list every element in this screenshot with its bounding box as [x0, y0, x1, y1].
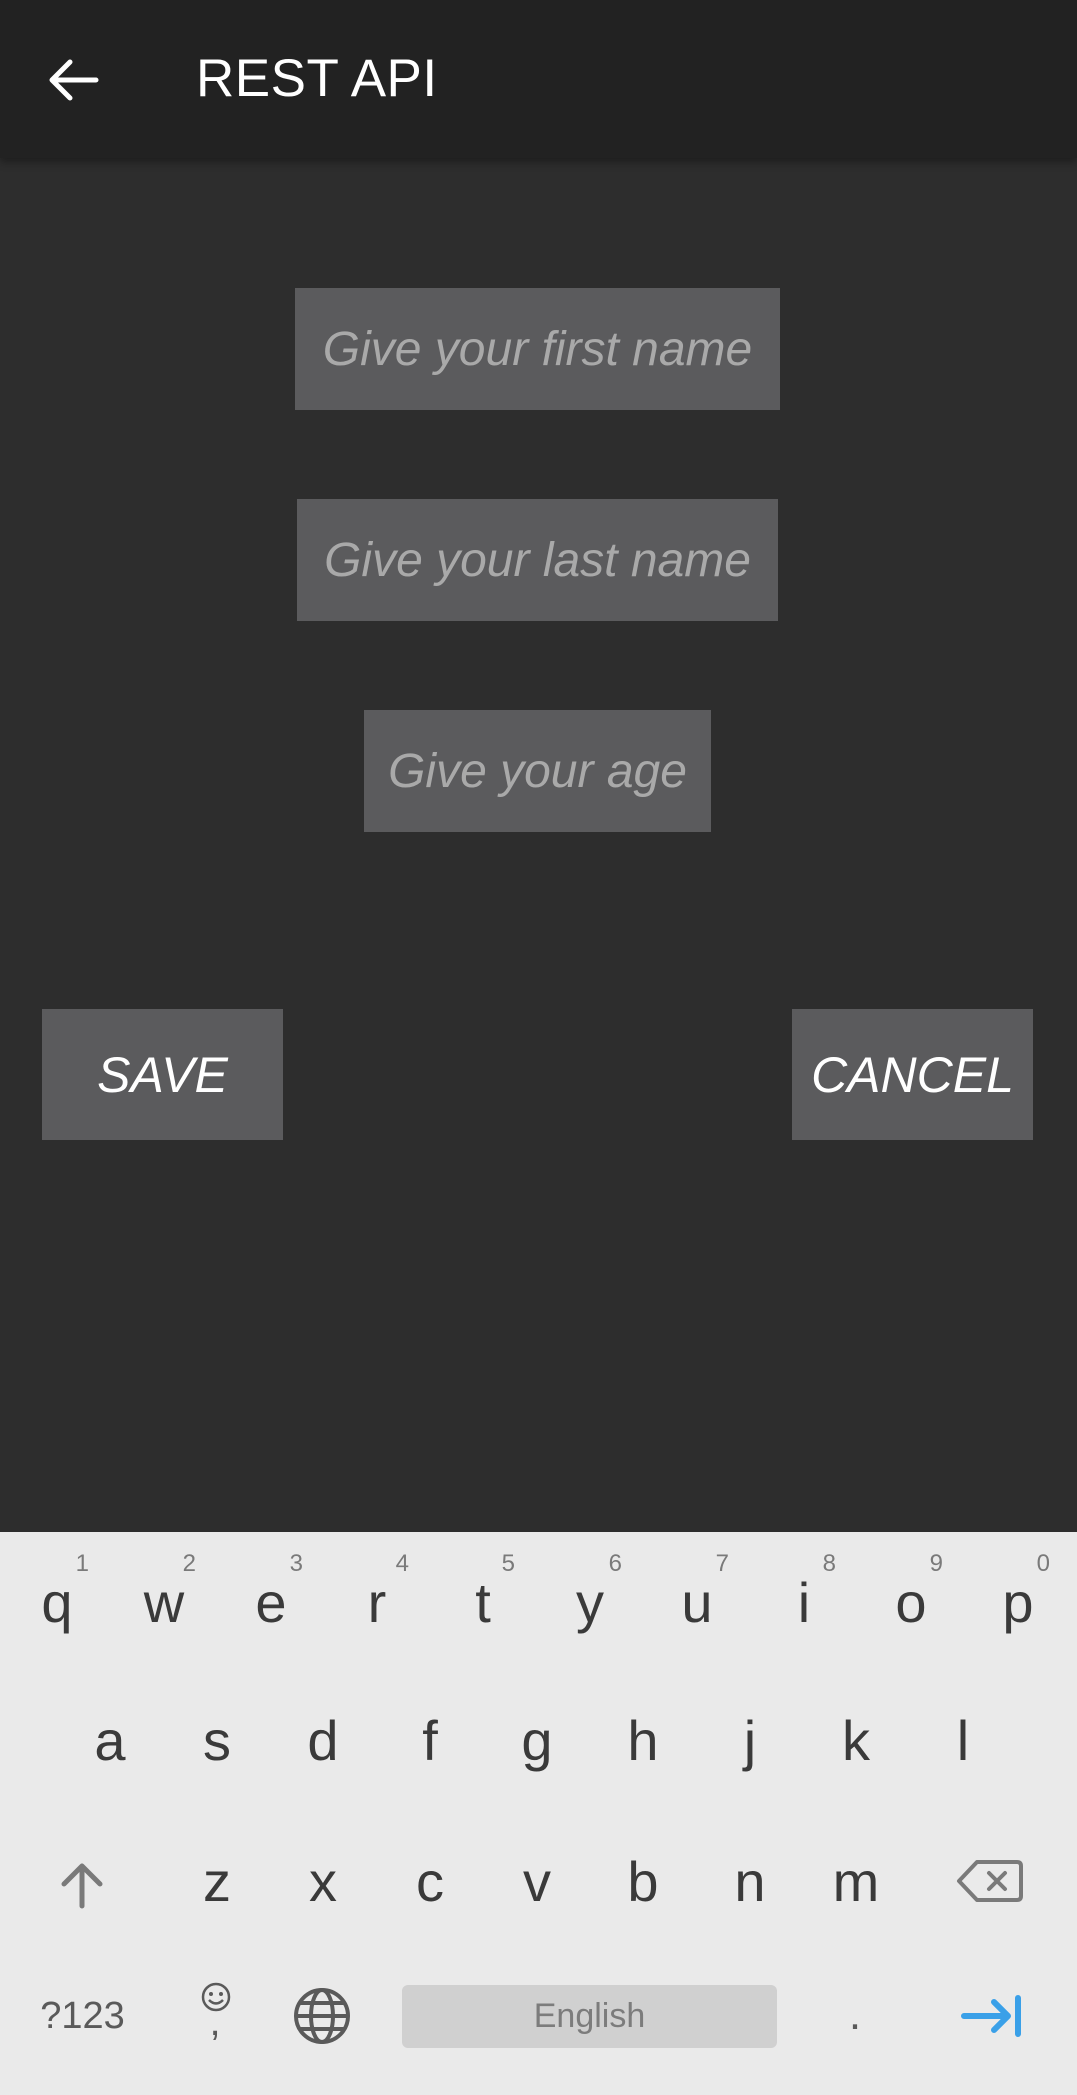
- save-button[interactable]: SAVE: [42, 1009, 283, 1140]
- key-i[interactable]: i8: [754, 1550, 854, 1652]
- key-hint: 4: [395, 1550, 409, 1577]
- key-hint: 3: [289, 1550, 303, 1577]
- key-n[interactable]: n: [700, 1831, 800, 1931]
- arrow-left-icon[interactable]: [44, 50, 104, 110]
- key-hint: 0: [1036, 1550, 1050, 1577]
- key-p[interactable]: p0: [968, 1550, 1068, 1652]
- key-label: p: [1002, 1570, 1034, 1634]
- period-key[interactable]: .: [830, 1985, 880, 2045]
- comma-key[interactable]: ,: [195, 1997, 235, 2047]
- key-s[interactable]: s: [167, 1690, 267, 1790]
- key-o[interactable]: o9: [861, 1550, 961, 1652]
- key-m[interactable]: m: [806, 1831, 906, 1931]
- key-hint: 9: [929, 1550, 943, 1577]
- key-c[interactable]: c: [380, 1831, 480, 1931]
- key-label: i: [797, 1570, 811, 1634]
- key-g[interactable]: g: [487, 1690, 587, 1790]
- key-hint: 2: [182, 1550, 196, 1577]
- space-bar[interactable]: English: [402, 1985, 777, 2048]
- key-j[interactable]: j: [700, 1690, 800, 1790]
- key-hint: 8: [822, 1550, 836, 1577]
- last-name-input[interactable]: Give your last name: [297, 499, 778, 621]
- key-label: q: [41, 1570, 73, 1634]
- cancel-button[interactable]: CANCEL: [792, 1009, 1033, 1140]
- key-label: r: [367, 1570, 387, 1634]
- key-label: t: [475, 1570, 491, 1634]
- key-hint: 6: [608, 1550, 622, 1577]
- key-label: u: [681, 1570, 713, 1634]
- first-name-input[interactable]: Give your first name: [295, 288, 780, 410]
- page-title: REST API: [196, 49, 438, 108]
- key-y[interactable]: y6: [540, 1550, 640, 1652]
- key-a[interactable]: a: [60, 1690, 160, 1790]
- key-hint: 1: [75, 1550, 89, 1577]
- key-l[interactable]: l: [913, 1690, 1013, 1790]
- age-input[interactable]: Give your age: [364, 710, 711, 832]
- key-z[interactable]: z: [167, 1831, 267, 1931]
- key-label: o: [895, 1570, 927, 1634]
- key-r[interactable]: r4: [327, 1550, 427, 1652]
- key-d[interactable]: d: [273, 1690, 373, 1790]
- key-label: e: [255, 1570, 287, 1634]
- key-e[interactable]: e3: [221, 1550, 321, 1652]
- key-q[interactable]: q1: [7, 1550, 107, 1652]
- key-h[interactable]: h: [593, 1690, 693, 1790]
- key-hint: 5: [501, 1550, 515, 1577]
- key-k[interactable]: k: [806, 1690, 906, 1790]
- globe-icon[interactable]: [292, 1986, 352, 2046]
- key-x[interactable]: x: [273, 1831, 373, 1931]
- key-w[interactable]: w2: [114, 1550, 214, 1652]
- key-b[interactable]: b: [593, 1831, 693, 1931]
- key-v[interactable]: v: [487, 1831, 587, 1931]
- symbols-key[interactable]: ?123: [20, 1986, 145, 2046]
- key-u[interactable]: u7: [647, 1550, 747, 1652]
- key-hint: 7: [715, 1550, 729, 1577]
- key-label: y: [576, 1570, 604, 1634]
- app-bar: REST API: [0, 0, 1077, 158]
- key-label: w: [143, 1570, 185, 1634]
- backspace-icon[interactable]: [955, 1856, 1025, 1906]
- key-t[interactable]: t5: [433, 1550, 533, 1652]
- tab-next-icon[interactable]: [960, 1992, 1024, 2040]
- key-f[interactable]: f: [380, 1690, 480, 1790]
- shift-icon[interactable]: [52, 1854, 112, 1914]
